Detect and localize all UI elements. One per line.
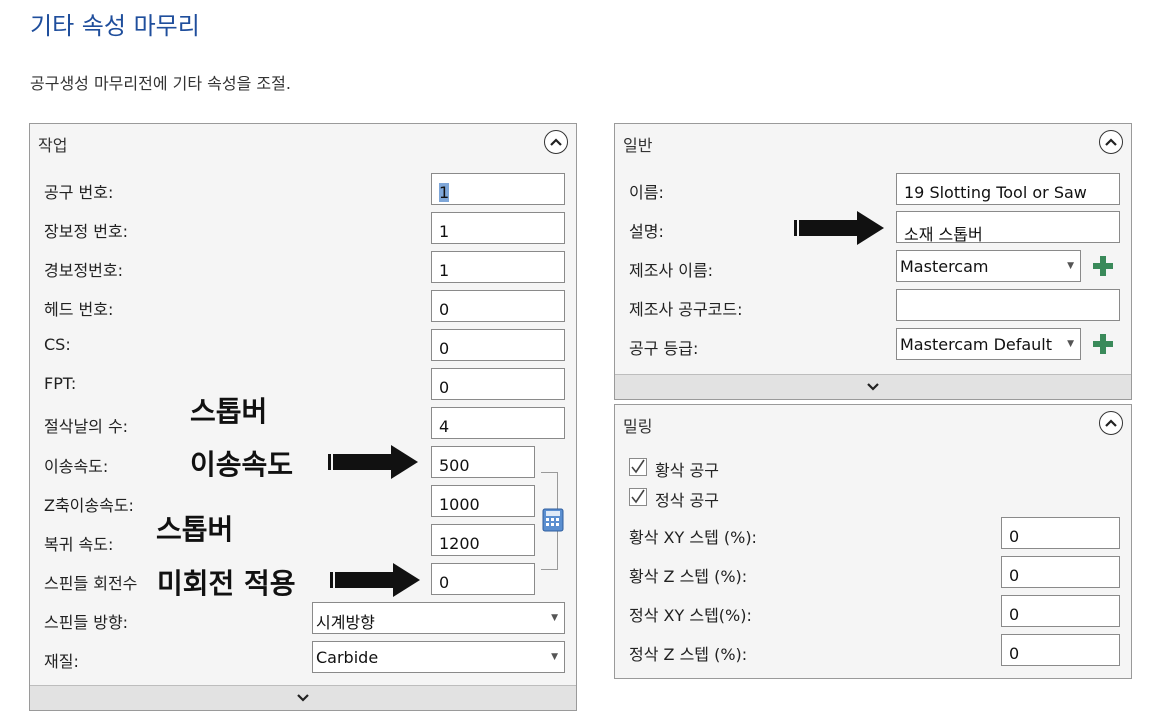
chevron-down-icon	[867, 383, 879, 391]
flutes-input[interactable]: 4	[431, 407, 565, 439]
description-input[interactable]: 소재 스톱버	[896, 211, 1120, 243]
rough-z-step-input[interactable]: 0	[1001, 556, 1120, 588]
tool-number-input[interactable]: 1	[431, 173, 565, 205]
finish-xy-step-label: 정삭 XY 스텝(%):	[629, 606, 752, 625]
add-manufacturer-plus-icon[interactable]	[1092, 255, 1114, 277]
milling-panel-header: 밀링	[615, 405, 1131, 443]
rough-xy-step-label: 황삭 XY 스텝 (%):	[629, 528, 757, 547]
checkmark-icon	[631, 489, 645, 504]
rough-z-step-label: 황삭 Z 스텝 (%):	[629, 567, 748, 586]
feed-rate-label: 이송속도:	[44, 457, 109, 476]
general-panel-title: 일반	[623, 136, 653, 155]
tool-grade-value: Mastercam Default	[900, 335, 1053, 354]
annotation-arrow-icon	[330, 563, 420, 597]
material-select[interactable]: Carbide ▼	[312, 641, 565, 673]
job-panel-expand-bar[interactable]	[30, 685, 576, 710]
cs-label: CS:	[44, 335, 71, 354]
chevron-down-icon	[297, 694, 309, 702]
job-panel-header: 작업	[30, 124, 576, 162]
checkmark-icon	[631, 459, 645, 474]
feed-rate-input[interactable]: 500	[431, 446, 535, 478]
spindle-direction-select[interactable]: 시계방향 ▼	[312, 602, 565, 634]
annotation-arrow-icon	[794, 211, 884, 245]
general-panel-header: 일반	[615, 124, 1131, 162]
flutes-label: 절삭날의 수:	[44, 417, 129, 436]
plunge-rate-label: Z축이송속도:	[44, 496, 134, 515]
dropdown-arrow-icon: ▼	[551, 613, 558, 623]
name-input[interactable]: 19 Slotting Tool or Saw	[896, 173, 1120, 205]
collapse-up-icon[interactable]	[544, 130, 568, 154]
diameter-offset-label: 경보정번호:	[44, 261, 123, 280]
spindle-direction-value: 시계방향	[316, 613, 375, 632]
material-value: Carbide	[316, 648, 379, 667]
collapse-up-icon[interactable]	[1099, 130, 1123, 154]
material-label: 재질:	[44, 652, 79, 671]
manufacturer-code-label: 제조사 공구코드:	[629, 300, 743, 319]
annotation-arrow-icon	[328, 445, 418, 479]
annotation-label-2: 이송속도	[190, 448, 294, 481]
tool-grade-label: 공구 등급:	[629, 339, 699, 358]
manufacturer-value: Mastercam	[900, 257, 989, 276]
spindle-direction-label: 스핀들 방향:	[44, 613, 129, 632]
rough-xy-step-input[interactable]: 0	[1001, 517, 1120, 549]
fpt-label: FPT:	[44, 374, 77, 393]
annotation-label-1: 스톱버	[190, 395, 268, 428]
roughing-tool-checkbox[interactable]	[629, 458, 647, 476]
collapse-up-icon[interactable]	[1099, 411, 1123, 435]
milling-panel-title: 밀링	[623, 417, 653, 436]
page-title: 기타 속성 마무리	[30, 12, 200, 40]
milling-panel: 밀링 황삭 공구 정삭 공구 황삭 XY 스텝 (%): 0 황삭 Z 스텝 (…	[614, 404, 1132, 679]
tool-number-value: 1	[439, 183, 450, 202]
job-panel-title: 작업	[38, 136, 68, 155]
spindle-speed-label: 스핀들 회전수	[44, 574, 138, 593]
tool-grade-select[interactable]: Mastercam Default ▼	[896, 328, 1081, 360]
finish-xy-step-input[interactable]: 0	[1001, 595, 1120, 627]
general-panel: 일반 이름: 19 Slotting Tool or Saw 설명: 소재 스톱…	[614, 123, 1132, 400]
length-offset-label: 장보정 번호:	[44, 222, 129, 241]
finish-z-step-input[interactable]: 0	[1001, 634, 1120, 666]
roughing-tool-label: 황삭 공구	[655, 461, 719, 480]
manufacturer-label: 제조사 이름:	[629, 261, 714, 280]
add-tool-grade-plus-icon[interactable]	[1092, 333, 1114, 355]
cs-input[interactable]: 0	[431, 329, 565, 361]
manufacturer-select[interactable]: Mastercam ▼	[896, 250, 1081, 282]
finishing-tool-label: 정삭 공구	[655, 491, 719, 510]
retract-rate-label: 복귀 속도:	[44, 535, 114, 554]
dropdown-arrow-icon: ▼	[1067, 339, 1074, 349]
page-subtitle: 공구생성 마무리전에 기타 속성을 조절.	[30, 74, 291, 93]
job-panel: 작업 공구 번호: 1 장보정 번호: 1 경보정번호: 1 헤드 번호: 0 …	[29, 123, 577, 711]
finish-z-step-label: 정삭 Z 스텝 (%):	[629, 645, 748, 664]
general-panel-expand-bar[interactable]	[615, 374, 1131, 399]
tool-number-label: 공구 번호:	[44, 183, 114, 202]
dropdown-arrow-icon: ▼	[1067, 261, 1074, 271]
annotation-label-3: 스톱버	[156, 513, 234, 546]
spindle-speed-input[interactable]: 0	[431, 563, 535, 595]
finishing-tool-checkbox[interactable]	[629, 488, 647, 506]
retract-rate-input[interactable]: 1200	[431, 524, 535, 556]
dropdown-arrow-icon: ▼	[551, 652, 558, 662]
description-label: 설명:	[629, 222, 664, 241]
plunge-rate-input[interactable]: 1000	[431, 485, 535, 517]
manufacturer-code-input[interactable]	[896, 289, 1120, 321]
head-number-input[interactable]: 0	[431, 290, 565, 322]
head-number-label: 헤드 번호:	[44, 300, 114, 319]
name-label: 이름:	[629, 183, 664, 202]
calculator-icon[interactable]	[542, 508, 564, 536]
fpt-input[interactable]: 0	[431, 368, 565, 400]
annotation-label-4: 미회전 적용	[157, 567, 296, 600]
diameter-offset-input[interactable]: 1	[431, 251, 565, 283]
length-offset-input[interactable]: 1	[431, 212, 565, 244]
